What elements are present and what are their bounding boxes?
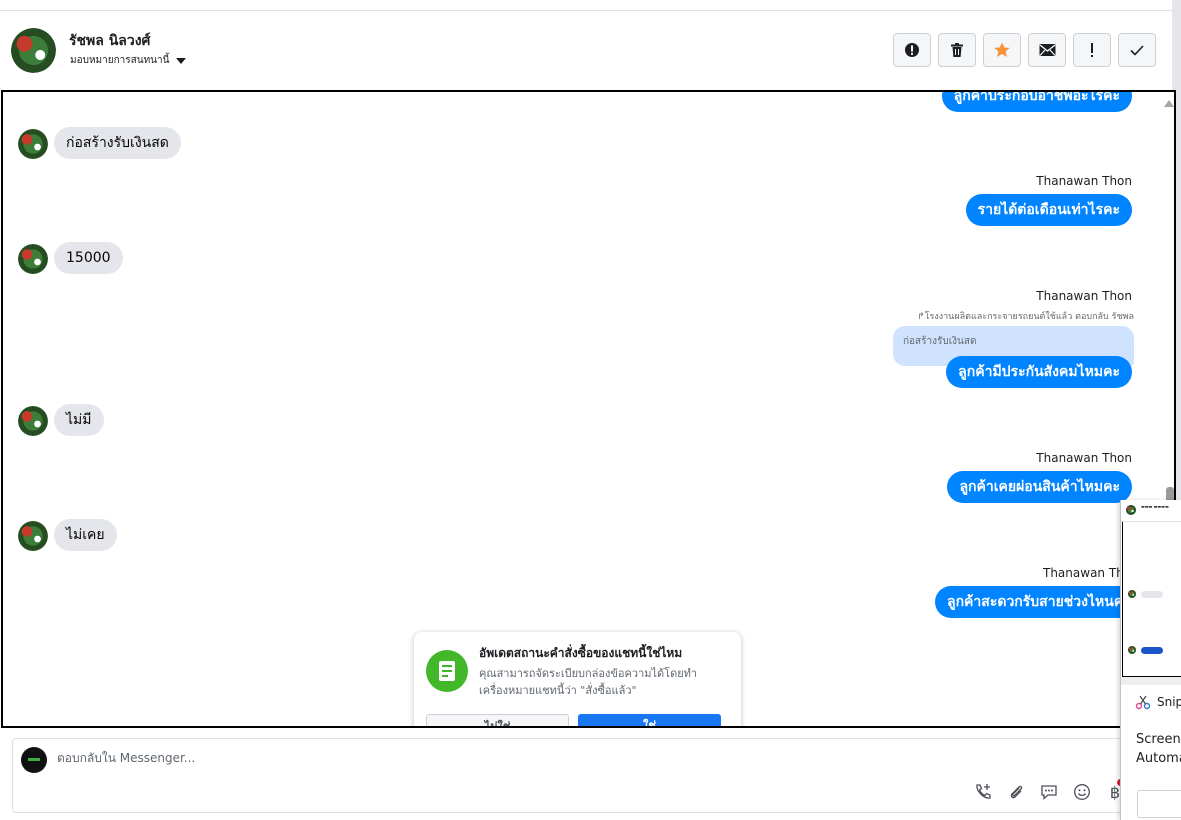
outgoing-message[interactable]: ลูกค้ามีประกันสังคมไหมคะ — [946, 356, 1132, 388]
preview-bubble — [1141, 591, 1163, 598]
done-button[interactable] — [1118, 33, 1156, 67]
phone-add-icon[interactable] — [973, 782, 993, 802]
contact-avatar — [18, 406, 48, 436]
important-button[interactable] — [1073, 33, 1111, 67]
message-thread[interactable]: ลูกค้าประกอบอาชีพอะไรคะ ก่อสร้างรับเงินส… — [1, 90, 1176, 728]
preview-avatar — [1128, 590, 1136, 598]
contact-avatar — [18, 129, 48, 159]
order-icon — [426, 650, 468, 692]
preview-name: ▬▬▬ ▬▬▬▬ — [1141, 504, 1169, 509]
scroll-up-arrow-icon[interactable] — [1164, 100, 1174, 107]
assign-label: มอบหมายการสนทนานี้ — [70, 55, 170, 66]
snip-message: Screens Automa — [1136, 730, 1181, 768]
preview-avatar — [1128, 646, 1136, 654]
contact-name[interactable]: รัชพล นิลวงศ์ — [69, 30, 150, 52]
contact-avatar — [18, 521, 48, 551]
incoming-message[interactable]: ก่อสร้างรับเงินสด — [54, 127, 181, 159]
preview-bubble-selected — [1141, 647, 1163, 654]
sender-name: Thanawan Thon — [1036, 451, 1132, 465]
snip-action-button[interactable] — [1137, 790, 1181, 818]
smiley-icon[interactable] — [1072, 782, 1092, 802]
reply-context: ↱โรงงานผลิตและกระจายรถยนต์ใช้แล้ว ตอบกลั… — [917, 309, 1134, 323]
prompt-body: คุณสามารถจัดระเบียบกล่องข้อความได้โดยทำเ… — [479, 667, 698, 697]
sender-name: Thanawan Thon — [1036, 289, 1132, 303]
envelope-icon — [1039, 44, 1055, 56]
scissors-icon — [1135, 695, 1151, 710]
alert-circle-icon — [905, 43, 919, 57]
reply-composer: ฿ — [12, 738, 1125, 813]
yes-button[interactable]: ใช่ — [578, 714, 721, 726]
snip-tool[interactable]: Snip — [1135, 694, 1181, 710]
composer-toolbar: ฿ — [973, 782, 1125, 802]
star-button[interactable] — [983, 33, 1021, 67]
messenger-page: รัชพล นิลวงศ์ มอบหมายการสนทนานี้ ลูกค้าป… — [0, 0, 1181, 820]
page-avatar — [21, 747, 47, 773]
snip-line-1: Screens — [1136, 732, 1181, 747]
reply-arrow-icon: ↱ — [917, 312, 925, 322]
prompt-title: อัพเดตสถานะคำสั่งซื้อของแชทนี้ใช่ไหม — [479, 646, 683, 660]
preview-header: ▬▬▬ ▬▬▬▬ — [1121, 500, 1181, 522]
snip-preview-panel: ▬▬▬ ▬▬▬▬ Snip Screens Automa — [1120, 500, 1181, 820]
snip-line-2: Automa — [1136, 751, 1181, 766]
outgoing-message[interactable]: ลูกค้าประกอบอาชีพอะไรคะ — [941, 92, 1132, 112]
conversation-actions — [893, 33, 1156, 67]
sender-name: Thanawan Thon — [1036, 174, 1132, 188]
incoming-message[interactable]: ไม่มี — [54, 404, 104, 436]
quoted-text: ก่อสร้างรับเงินสด — [903, 336, 977, 347]
paperclip-icon[interactable] — [1006, 782, 1026, 802]
checkmark-icon — [1130, 45, 1144, 56]
spam-button[interactable] — [893, 33, 931, 67]
avatar[interactable] — [11, 28, 56, 73]
reply-input[interactable] — [57, 751, 937, 765]
preview-avatar — [1126, 505, 1136, 515]
incoming-message[interactable]: ไม่เคย — [54, 519, 117, 551]
exclamation-icon — [1091, 43, 1093, 57]
outgoing-message[interactable]: รายได้ต่อเดือนเท่าไรคะ — [965, 194, 1132, 226]
preview-separator — [1121, 677, 1181, 685]
conversation-header: รัชพล นิลวงศ์ มอบหมายการสนทนานี้ — [0, 11, 1172, 89]
incoming-message[interactable]: 15000 — [54, 242, 123, 274]
caret-down-icon — [176, 57, 187, 64]
delete-button[interactable] — [938, 33, 976, 67]
star-icon — [994, 42, 1010, 58]
reply-context-text: โรงงานผลิตและกระจายรถยนต์ใช้แล้ว ตอบกลับ… — [924, 312, 1134, 322]
chat-bubble-icon[interactable] — [1039, 782, 1059, 802]
no-button[interactable]: ไม่ใช่ — [426, 714, 569, 726]
outgoing-message[interactable]: ลูกค้าเคยผ่อนสินค้าไหมคะ — [947, 471, 1132, 503]
trash-icon — [951, 43, 963, 57]
preview-thread — [1122, 522, 1181, 677]
assign-conversation-dropdown[interactable]: มอบหมายการสนทนานี้ — [70, 53, 187, 68]
contact-avatar — [18, 244, 48, 274]
snip-label: Snip — [1157, 695, 1181, 709]
order-status-prompt: อัพเดตสถานะคำสั่งซื้อของแชทนี้ใช่ไหม คุณ… — [414, 632, 741, 726]
outgoing-message[interactable]: ลูกค้าสะดวกรับสายช่วงไหนคะ — [935, 586, 1143, 618]
mark-unread-button[interactable] — [1028, 33, 1066, 67]
